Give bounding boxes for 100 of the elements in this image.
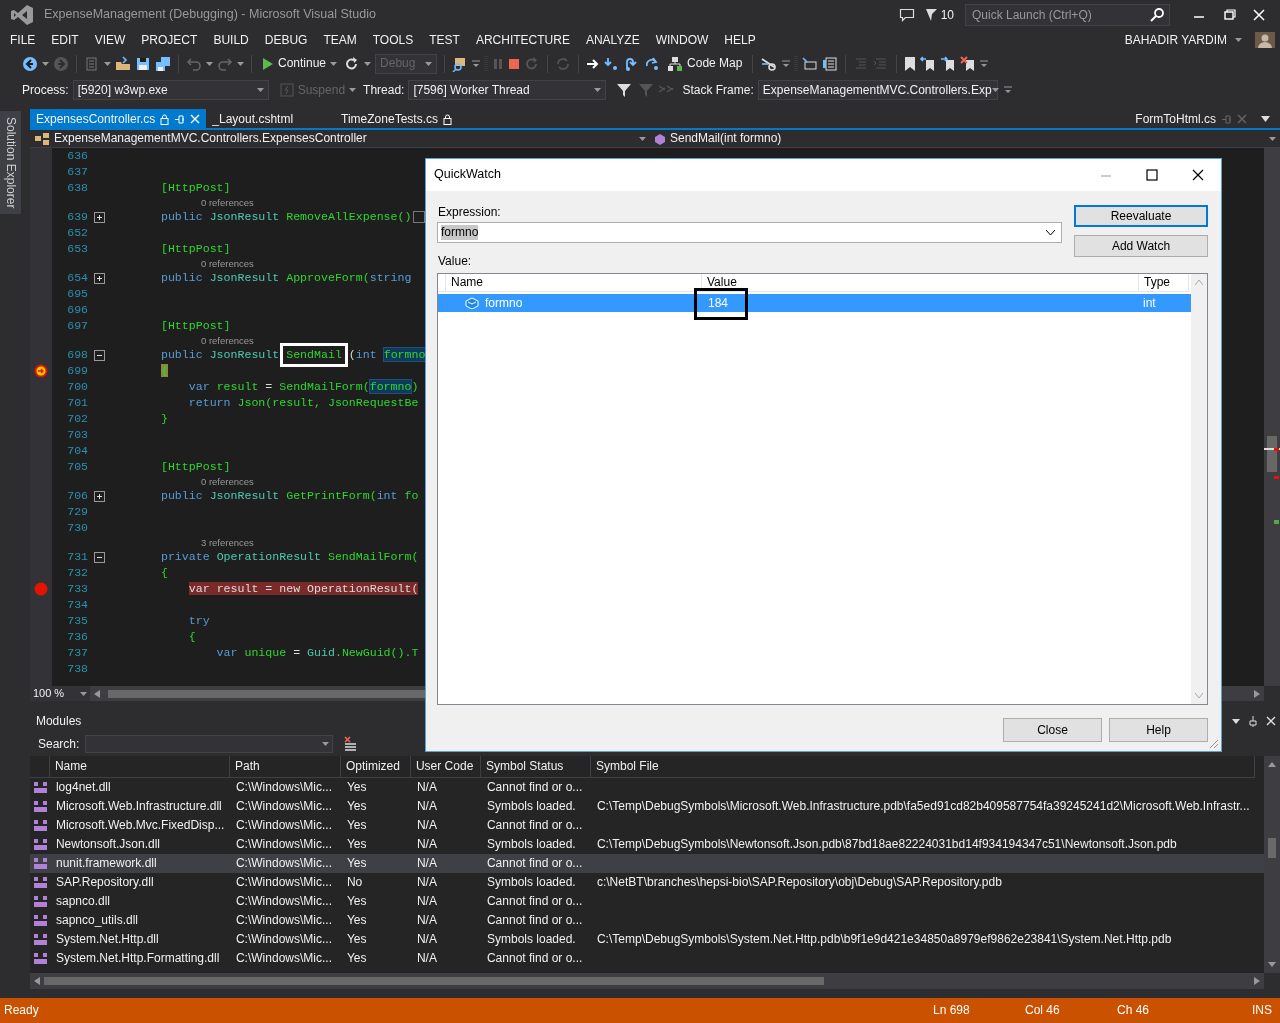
process-dropdown[interactable]: [5920] w3wp.exe xyxy=(72,80,269,100)
clear-search-icon[interactable] xyxy=(342,736,359,752)
resize-grip-icon[interactable] xyxy=(1209,739,1219,749)
editor-tab[interactable]: ExpensesController.cs xyxy=(29,109,207,129)
thread-dropdown[interactable]: [7596] Worker Thread xyxy=(408,80,607,100)
overflow-icon[interactable] xyxy=(1003,86,1012,94)
scroll-left-icon[interactable] xyxy=(33,976,40,985)
pin-icon[interactable] xyxy=(174,113,186,125)
expand-icon[interactable] xyxy=(93,490,105,502)
zoom-dropdown[interactable]: 100 % xyxy=(29,686,90,701)
previous-bookmark-icon[interactable] xyxy=(920,55,937,72)
horizontal-scrollbar[interactable] xyxy=(29,972,1264,989)
scroll-thumb[interactable] xyxy=(1268,838,1276,858)
filter-icon[interactable] xyxy=(616,82,633,98)
step-out-icon[interactable] xyxy=(644,55,661,72)
speech-bubble-icon xyxy=(898,7,915,23)
clear-bookmarks-icon[interactable] xyxy=(960,55,977,72)
caret-icon[interactable] xyxy=(42,61,49,66)
table-row[interactable]: nunit.framework.dll C:\Windows\Mic... Yes N/A Cannot find or o... xyxy=(29,854,1264,873)
back-icon[interactable] xyxy=(22,55,38,72)
editor-tab[interactable]: _Layout.cshtml xyxy=(206,109,300,129)
dialog-button[interactable]: Reevaluate xyxy=(1074,205,1208,227)
search-field[interactable] xyxy=(85,735,334,753)
expression-field[interactable]: formno xyxy=(437,222,1062,243)
quick-launch-field[interactable]: Quick Launch (Ctrl+Q) xyxy=(965,4,1170,26)
menu-item[interactable]: BUILD xyxy=(205,30,257,50)
panel-menu-icon[interactable] xyxy=(1232,718,1240,724)
menu-item[interactable]: TOOLS xyxy=(364,30,422,50)
overflow-icon[interactable] xyxy=(472,59,481,68)
vertical-scrollbar[interactable] xyxy=(1264,148,1280,686)
caret-icon xyxy=(1269,136,1276,141)
dialog-button[interactable]: Close xyxy=(1003,718,1102,742)
dialog-button[interactable]: Add Watch xyxy=(1074,235,1208,257)
collapse-icon[interactable] xyxy=(93,349,105,361)
pin-icon[interactable] xyxy=(1248,715,1258,727)
module-name: sapnco.dll xyxy=(55,894,110,909)
overflow-icon[interactable] xyxy=(782,59,791,68)
member-navigation-dropdown[interactable]: SendMail(int formno) xyxy=(649,129,1280,148)
scroll-down-icon[interactable] xyxy=(1268,962,1276,967)
module-icon xyxy=(33,782,47,793)
vertical-scrollbar[interactable] xyxy=(1264,756,1280,973)
menu-item[interactable]: PROJECT xyxy=(133,30,206,50)
window-icon[interactable] xyxy=(802,55,819,72)
caret-icon[interactable] xyxy=(237,61,244,66)
caret-icon[interactable] xyxy=(206,61,213,66)
user-menu[interactable]: BAHADIR YARDIM xyxy=(1116,30,1250,50)
menu-item[interactable]: FILE xyxy=(2,30,44,50)
side-tab[interactable]: Solution Explorer xyxy=(0,111,21,215)
caret-icon[interactable] xyxy=(364,61,372,66)
panel-title: Modules xyxy=(35,713,82,729)
menu-item[interactable]: WINDOW xyxy=(647,30,717,50)
menu-item[interactable]: VIEW xyxy=(86,30,134,50)
type-navigation-dropdown[interactable]: ExpenseManagementMVC.Controllers.ExpensesController xyxy=(29,129,650,148)
tab-list-icon[interactable] xyxy=(1261,116,1270,122)
scroll-left-icon[interactable] xyxy=(93,689,100,698)
bookmark-icon[interactable] xyxy=(904,55,917,72)
arrow-icon[interactable] xyxy=(586,56,601,71)
save-icon[interactable] xyxy=(135,55,151,72)
status-text: INS xyxy=(1252,1003,1272,1017)
document-icon[interactable] xyxy=(822,55,839,72)
expand-icon[interactable] xyxy=(93,211,105,223)
caret-icon[interactable] xyxy=(104,61,111,66)
scroll-right-icon[interactable] xyxy=(1254,976,1260,985)
column-header[interactable]: Name xyxy=(446,274,702,292)
dialog-button[interactable]: Help xyxy=(1109,718,1208,742)
menu-item[interactable]: EDIT xyxy=(43,30,87,50)
menu-item[interactable]: TEST xyxy=(421,30,468,50)
save-all-icon[interactable] xyxy=(155,55,171,72)
breakpoint-icon[interactable] xyxy=(33,582,48,596)
next-bookmark-icon[interactable] xyxy=(940,55,957,72)
breakpoint-arrow-icon[interactable] xyxy=(33,364,48,378)
continue-button[interactable]: Continue xyxy=(259,52,341,75)
maximize-icon[interactable] xyxy=(1143,166,1161,184)
menu-item[interactable]: ANALYZE xyxy=(577,30,648,50)
scroll-right-icon[interactable] xyxy=(1254,689,1260,698)
column-header[interactable]: Value xyxy=(702,274,1139,292)
undo-icon[interactable] xyxy=(186,55,202,72)
table-cell: Cannot find or o... xyxy=(486,894,583,909)
menu-item[interactable]: DEBUG xyxy=(256,30,316,50)
table-cell: C:\Windows\Mic... xyxy=(235,780,332,795)
open-folder-icon[interactable] xyxy=(115,55,131,72)
redo-icon[interactable] xyxy=(217,55,233,72)
line-number: 737 xyxy=(66,645,88,661)
editor-tab[interactable]: TimeZoneTests.cs xyxy=(335,109,458,129)
toggle-icon[interactable] xyxy=(760,55,779,72)
menu-item[interactable]: HELP xyxy=(716,30,764,50)
collapse-icon[interactable] xyxy=(93,551,105,563)
scroll-up-icon[interactable] xyxy=(1268,762,1276,767)
field-label: Process: xyxy=(22,82,69,98)
column-header[interactable]: Type xyxy=(1139,274,1189,292)
stop-icon[interactable] xyxy=(508,57,521,70)
menu-item[interactable]: ARCHITECTURE xyxy=(467,30,578,50)
menu-item[interactable]: TEAM xyxy=(315,30,365,50)
code-map-button[interactable]: Code Map xyxy=(664,52,746,75)
expand-icon[interactable] xyxy=(93,272,105,284)
table-cell: Yes xyxy=(346,913,367,928)
notifications-button[interactable]: 10 xyxy=(921,4,957,26)
stack-frame-dropdown[interactable]: ExpenseManagementMVC.Controllers.Exp xyxy=(757,80,998,100)
overflow-icon[interactable] xyxy=(980,59,989,68)
module-name: Newtonsoft.Json.dll xyxy=(55,837,160,852)
